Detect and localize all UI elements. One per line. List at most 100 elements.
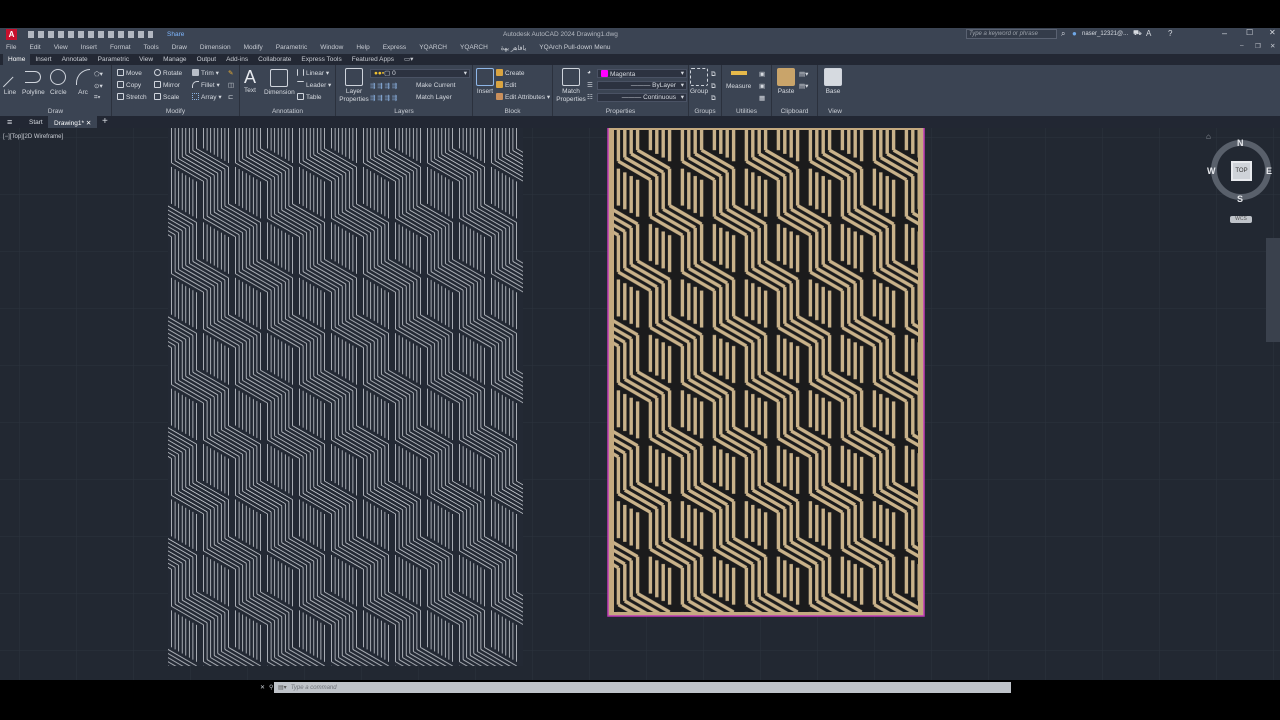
rectangle-icon[interactable]: ⬠▾	[94, 70, 103, 78]
tab-parametric[interactable]: Parametric	[93, 54, 134, 65]
tab-annotate[interactable]: Annotate	[57, 54, 93, 65]
scale-button[interactable]: Scale	[154, 93, 179, 101]
search-input[interactable]: Type a keyword or phrase	[966, 29, 1057, 39]
match-properties-button[interactable]: Match Properties	[556, 68, 586, 104]
match-layer-button[interactable]: Match Layer	[416, 94, 452, 101]
menu-modify[interactable]: Modify	[244, 44, 263, 51]
panel-title[interactable]: Layers	[336, 108, 472, 115]
navigation-bar[interactable]	[1266, 238, 1280, 342]
search-icon[interactable]: ⌕	[1061, 29, 1065, 39]
group-tools-icon[interactable]: ⧉ ⧉ ⧉	[711, 69, 716, 105]
minimize-button[interactable]: –	[1222, 28, 1227, 38]
tab-add-ins[interactable]: Add-ins	[221, 54, 253, 65]
linetype-dropdown[interactable]: ——— Continuous ▾	[597, 93, 687, 102]
panel-title[interactable]: Utilities	[722, 108, 771, 115]
doc-close-button[interactable]: ✕	[1270, 42, 1275, 50]
menu-yqarch[interactable]: YQARCH	[419, 44, 447, 51]
menu-format[interactable]: Format	[110, 44, 131, 51]
drawing-canvas[interactable]: [−][Top][2D Wireframe] TOP N S W E ⌂ WCS	[0, 128, 1280, 680]
tab-featured-apps[interactable]: Featured Apps	[347, 54, 399, 65]
insert-button[interactable]: Insert	[476, 68, 494, 96]
tab-express-tools[interactable]: Express Tools	[296, 54, 346, 65]
maximize-button[interactable]: ☐	[1246, 28, 1253, 37]
menu-file[interactable]: File	[6, 44, 16, 51]
menu-insert[interactable]: Insert	[81, 44, 97, 51]
edit-block-button[interactable]: Edit	[496, 81, 516, 89]
move-button[interactable]: Move	[117, 69, 142, 77]
new-tab-button[interactable]: +	[102, 116, 108, 127]
measure-button[interactable]: Measure	[726, 71, 751, 91]
paste-button[interactable]: Paste	[777, 68, 795, 96]
close-tab-icon[interactable]: ✕	[86, 120, 91, 127]
create-block-button[interactable]: Create	[496, 69, 525, 77]
erase-icon[interactable]: ✎	[228, 69, 233, 77]
base-button[interactable]: Base	[824, 68, 842, 96]
menu-yqarch-2[interactable]: YQARCH	[460, 44, 488, 51]
panel-title[interactable]: View	[818, 108, 852, 115]
tab-view[interactable]: View	[134, 54, 158, 65]
doc-restore-button[interactable]: ❐	[1255, 42, 1261, 50]
tab-collaborate[interactable]: Collaborate	[253, 54, 296, 65]
app-menu-button[interactable]: A	[6, 29, 17, 40]
wcs-menu[interactable]: WCS	[1230, 216, 1252, 223]
lineweight-dropdown[interactable]: ——— ByLayer ▾	[597, 81, 687, 90]
hamburger-menu-icon[interactable]: ≡	[7, 117, 12, 127]
utility-tools-icon[interactable]: ▣ ▣ ▦	[759, 69, 765, 105]
line-button[interactable]: Line	[2, 71, 23, 97]
menu-yqarch-pulldown[interactable]: YQArch Pull-down Menu	[539, 44, 610, 51]
menu-help[interactable]: Help	[356, 44, 369, 51]
mirror-button[interactable]: Mirror	[154, 81, 180, 89]
close-command-icon[interactable]: ✕	[260, 684, 265, 691]
dimension-button[interactable]: Dimension	[264, 69, 295, 97]
menu-view[interactable]: View	[54, 44, 68, 51]
panel-title[interactable]: Groups	[689, 108, 721, 115]
panel-title[interactable]: Modify	[112, 108, 239, 115]
compass-n[interactable]: N	[1237, 138, 1244, 148]
array-button[interactable]: Array ▾	[192, 93, 222, 101]
menu-edit[interactable]: Edit	[29, 44, 40, 51]
panel-title[interactable]: Draw	[0, 108, 111, 115]
compass-w[interactable]: W	[1207, 166, 1216, 176]
gradient-icon[interactable]: ⌗▾	[94, 94, 100, 102]
stretch-button[interactable]: Stretch	[117, 93, 147, 101]
trim-button[interactable]: Trim ▾	[192, 69, 219, 77]
quick-access-toolbar[interactable]	[28, 31, 153, 38]
cart-icon[interactable]: ⛟	[1133, 29, 1142, 38]
leader-button[interactable]: Leader ▾	[297, 81, 331, 89]
polyline-button[interactable]: Polyline	[22, 71, 45, 97]
hatch-icon[interactable]: ⊙▾	[94, 82, 103, 90]
text-button[interactable]: A Text	[244, 67, 256, 95]
rotate-button[interactable]: Rotate	[154, 69, 182, 77]
layer-tools-icon-2[interactable]: ⇶ ⇶ ⇶ ⇶	[370, 94, 397, 102]
customize-icon[interactable]: ⚲	[269, 684, 273, 691]
tab-start[interactable]: Start	[29, 119, 43, 126]
tab-manage[interactable]: Manage	[158, 54, 192, 65]
panel-title[interactable]: Annotation	[240, 108, 335, 115]
compass-e[interactable]: E	[1266, 166, 1272, 176]
table-button[interactable]: Table	[297, 93, 322, 101]
home-icon[interactable]: ⌂	[1206, 132, 1211, 141]
close-button[interactable]: ✕	[1269, 28, 1276, 37]
share-button[interactable]: Share	[167, 31, 184, 38]
menu-dimension[interactable]: Dimension	[200, 44, 231, 51]
copy-button[interactable]: Copy	[117, 81, 141, 89]
menu-tools[interactable]: Tools	[144, 44, 159, 51]
offset-icon[interactable]: ◫	[228, 81, 234, 89]
explode-icon[interactable]: ⊏	[228, 93, 233, 101]
doc-minimize-button[interactable]: –	[1240, 42, 1244, 49]
circle-button[interactable]: Circle	[50, 69, 67, 97]
user-account[interactable]: naser_12321@...	[1082, 31, 1128, 37]
layer-properties-button[interactable]: Layer Properties	[339, 68, 369, 104]
layer-tools-icon[interactable]: ⇶ ⇶ ⇶ ⇶	[370, 82, 397, 90]
make-current-button[interactable]: Make Current	[416, 82, 455, 89]
tab-insert[interactable]: Insert	[30, 54, 56, 65]
clipboard-tools-icon[interactable]: ▤▾ ▤▾	[799, 69, 808, 93]
menu-draw[interactable]: Draw	[172, 44, 187, 51]
menu-arabic[interactable]: ﻳﺎﻓﺎﻫﺭ ﻳﻬﺓ	[501, 44, 526, 52]
color-dropdown[interactable]: Magenta ▾	[597, 69, 687, 78]
tab-drawing1[interactable]: Drawing1* ✕	[48, 116, 97, 128]
panel-title[interactable]: Block	[473, 108, 552, 115]
group-button[interactable]: Group	[690, 68, 708, 96]
fillet-button[interactable]: Fillet ▾	[192, 81, 220, 89]
linear-button[interactable]: Linear ▾	[297, 69, 329, 77]
